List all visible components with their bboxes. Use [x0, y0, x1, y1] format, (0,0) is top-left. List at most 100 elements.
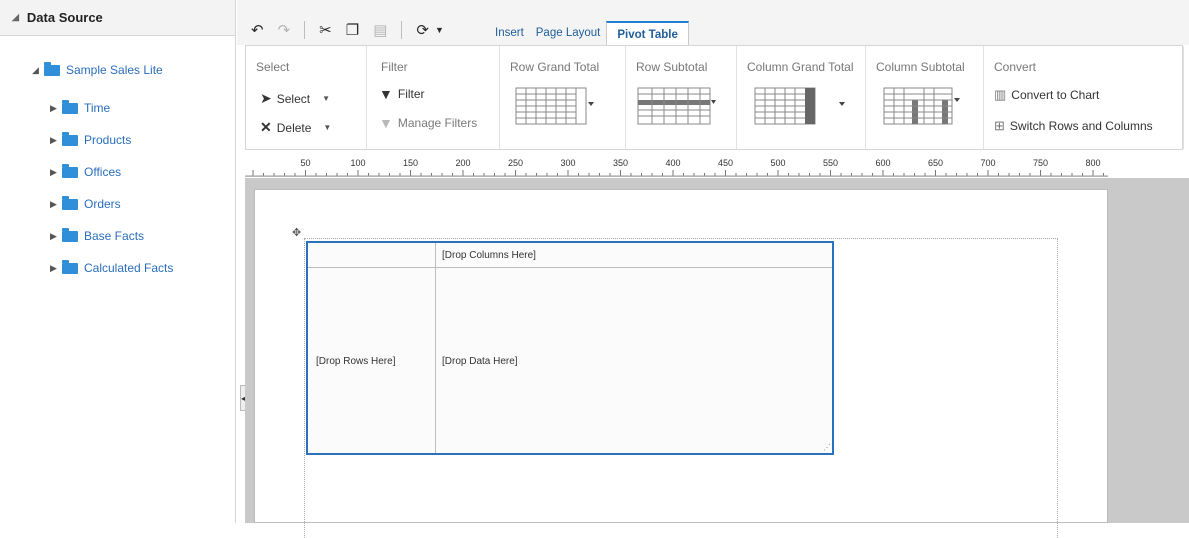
- column-grand-total-grid-icon[interactable]: [753, 86, 853, 126]
- folder-icon: [62, 227, 78, 242]
- tree-item-label: Time: [84, 101, 111, 115]
- tree-item-label: Base Facts: [84, 229, 145, 243]
- quick-access-toolbar: ↶ ↷ ✂ ❐ ▤ ⟳ ▼: [237, 18, 458, 42]
- row-grand-total-grid-icon[interactable]: [514, 86, 594, 126]
- delete-button[interactable]: ✕ Delete ▼: [260, 119, 331, 136]
- cut-icon[interactable]: ✂: [319, 21, 332, 39]
- column-subtotal-group: Column Subtotal: [866, 46, 984, 149]
- group-title: Row Grand Total: [510, 60, 600, 74]
- ruler-label: 200: [455, 158, 471, 168]
- folder-icon: [44, 61, 60, 76]
- collapsed-triangle-icon[interactable]: ▶: [50, 199, 62, 210]
- collapse-triangle-icon[interactable]: ◢: [12, 12, 19, 23]
- filter-label: Filter: [397, 87, 425, 101]
- data-source-title: Data Source: [26, 10, 103, 25]
- ruler-label: 350: [612, 158, 629, 168]
- ruler-label: 150: [402, 158, 419, 168]
- select-button[interactable]: ➤ Select ▼: [260, 90, 330, 107]
- ruler-label: 500: [770, 158, 786, 168]
- resize-grip-icon[interactable]: ⋰: [823, 443, 831, 452]
- folder-icon: [62, 99, 78, 114]
- bar-chart-icon: ▥: [994, 87, 1007, 102]
- delete-x-icon: ✕: [260, 119, 272, 135]
- ribbon-body: Select ➤ Select ▼ ✕ Delete ▼ Filter ▼ Fi…: [245, 45, 1184, 150]
- pivot-columns-drop-zone[interactable]: [Drop Columns Here]: [436, 243, 832, 268]
- group-title: Column Subtotal: [876, 60, 965, 74]
- pivot-data-drop-zone[interactable]: [Drop Data Here]: [436, 268, 832, 453]
- ruler-label: 800: [1085, 158, 1101, 168]
- ribbon-tabs: Insert Page Layout Pivot Table: [489, 21, 689, 46]
- tree-item-time[interactable]: ▶ Time: [0, 92, 235, 124]
- collapsed-triangle-icon[interactable]: ▶: [50, 135, 62, 146]
- ruler-label: 750: [1032, 158, 1049, 168]
- horizontal-ruler: 50 100 150 200 250 300 350 400 450 500 550 600 650 70…: [245, 155, 1108, 177]
- ruler-label: 450: [717, 158, 734, 168]
- tree-item-calculated-facts[interactable]: ▶ Calculated Facts: [0, 252, 235, 284]
- folder-icon: [62, 195, 78, 210]
- ruler-label: 400: [665, 158, 681, 168]
- convert-to-chart-button[interactable]: ▥ Convert to Chart: [994, 87, 1099, 103]
- tab-pivot-table[interactable]: Pivot Table: [606, 21, 689, 46]
- manage-filters-button[interactable]: ▼ Manage Filters: [379, 115, 477, 131]
- redo-icon[interactable]: ↷: [278, 21, 291, 39]
- convert-group: Convert ▥ Convert to Chart ⊞ Switch Rows…: [984, 46, 1184, 149]
- tree-root-sample-sales-lite[interactable]: ◢ Sample Sales Lite: [0, 60, 235, 80]
- move-handle-icon[interactable]: ✥: [292, 226, 301, 239]
- tree-item-label: Calculated Facts: [84, 261, 174, 275]
- toolbar-divider: [304, 21, 306, 39]
- copy-icon[interactable]: ❐: [346, 21, 359, 39]
- group-title: Convert: [994, 60, 1037, 74]
- select-label: Select: [276, 91, 311, 106]
- pivot-corner-cell: [308, 243, 436, 268]
- data-source-tree: ◢ Sample Sales Lite ▶ Time ▶ Products ▶ …: [0, 36, 235, 284]
- data-source-header[interactable]: ◢ Data Source: [0, 0, 235, 36]
- expanded-triangle-icon[interactable]: ◢: [32, 65, 44, 76]
- paste-icon[interactable]: ▤: [373, 21, 387, 39]
- ruler-label: 550: [822, 158, 839, 168]
- filter-button[interactable]: ▼ Filter: [379, 86, 425, 102]
- manage-filters-label: Manage Filters: [397, 116, 478, 130]
- switch-rows-columns-button[interactable]: ⊞ Switch Rows and Columns: [994, 118, 1153, 134]
- refresh-icon[interactable]: ⟳: [416, 21, 429, 39]
- ruler-label: 250: [507, 158, 524, 168]
- tab-page-layout[interactable]: Page Layout: [530, 21, 607, 45]
- pointer-icon: ➤: [260, 90, 272, 106]
- collapsed-triangle-icon[interactable]: ▶: [50, 167, 62, 178]
- group-title: Select: [256, 60, 290, 74]
- collapsed-triangle-icon[interactable]: ▶: [50, 103, 62, 114]
- funnel-icon: ▼: [379, 86, 393, 102]
- tree-item-offices[interactable]: ▶ Offices: [0, 156, 235, 188]
- group-title: Filter: [381, 60, 408, 74]
- chevron-down-icon[interactable]: ▼: [323, 123, 331, 132]
- tree-item-base-facts[interactable]: ▶ Base Facts: [0, 220, 235, 252]
- switch-rows-columns-label: Switch Rows and Columns: [1009, 119, 1153, 133]
- pivot-table[interactable]: [Drop Columns Here] [Drop Rows Here] [Dr…: [306, 241, 834, 455]
- tab-insert[interactable]: Insert: [489, 21, 530, 45]
- group-title: Row Subtotal: [636, 60, 708, 74]
- toolbar-divider: [401, 21, 403, 39]
- row-grand-total-group: Row Grand Total: [500, 46, 626, 149]
- chevron-down-icon[interactable]: ▼: [322, 94, 330, 103]
- ruler-label: 700: [980, 158, 996, 168]
- chevron-down-icon[interactable]: ▼: [435, 25, 444, 35]
- folder-icon: [62, 131, 78, 146]
- tree-item-label: Products: [84, 133, 132, 147]
- row-subtotal-grid-icon[interactable]: [636, 86, 716, 126]
- undo-icon[interactable]: ↶: [251, 21, 264, 39]
- row-subtotal-group: Row Subtotal: [626, 46, 737, 149]
- select-group: Select ➤ Select ▼ ✕ Delete ▼: [246, 46, 367, 149]
- collapsed-triangle-icon[interactable]: ▶: [50, 231, 62, 242]
- folder-icon: [62, 163, 78, 178]
- column-subtotal-grid-icon[interactable]: [882, 86, 962, 126]
- column-grand-total-group: Column Grand Total: [737, 46, 866, 149]
- ruler-label: 650: [927, 158, 944, 168]
- group-title: Column Grand Total: [747, 60, 854, 74]
- folder-icon: [62, 259, 78, 274]
- funnel-icon: ▼: [379, 115, 393, 131]
- tree-item-label: Orders: [84, 197, 121, 211]
- tree-item-products[interactable]: ▶ Products: [0, 124, 235, 156]
- ruler-label: 600: [875, 158, 891, 168]
- collapsed-triangle-icon[interactable]: ▶: [50, 263, 62, 274]
- tree-item-orders[interactable]: ▶ Orders: [0, 188, 235, 220]
- pivot-rows-drop-zone[interactable]: [Drop Rows Here]: [308, 268, 436, 453]
